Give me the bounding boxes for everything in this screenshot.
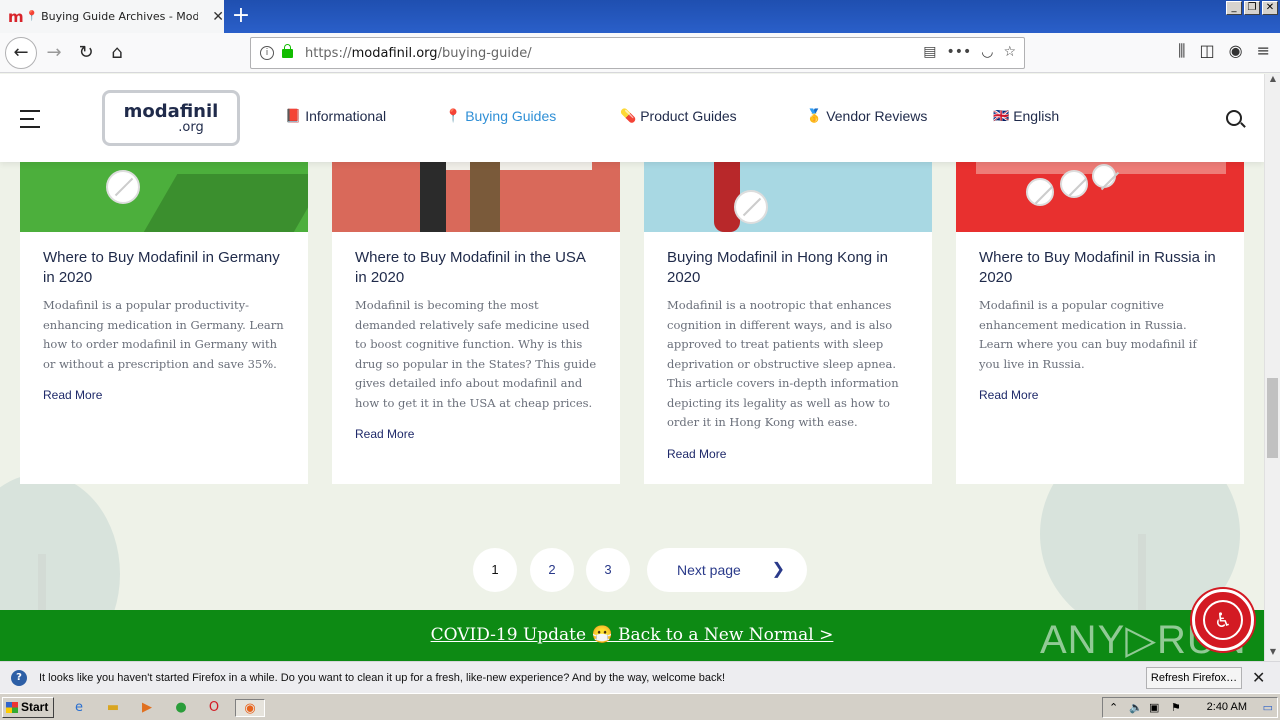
article-card[interactable]: Where to Buy Modafinil in Russia in 2020… xyxy=(956,134,1244,484)
read-more-link[interactable]: Read More xyxy=(355,427,414,441)
wheelchair-icon: ♿ xyxy=(1203,600,1243,640)
article-card[interactable]: Where to Buy Modafinil in the USA in 202… xyxy=(332,134,620,484)
back-button[interactable]: ← xyxy=(5,37,37,69)
accessibility-button[interactable]: ♿ xyxy=(1192,589,1254,651)
new-tab-button[interactable]: + xyxy=(230,4,252,28)
read-more-link[interactable]: Read More xyxy=(667,447,726,461)
browser-tab-strip: m 📍 Buying Guide Archives - Modafinil ✕ … xyxy=(0,0,1280,33)
url-bar[interactable]: i https://modafinil.org/buying-guide/ ▤ … xyxy=(250,37,1025,69)
tab-title: Buying Guide Archives - Modafinil xyxy=(41,10,199,23)
desktop-icon[interactable]: ▭ xyxy=(1263,701,1273,714)
tray-arrow-icon[interactable]: ⌃ xyxy=(1109,701,1118,714)
main-menu: 📕 Informational 📍 Buying Guides 💊 Product G… xyxy=(285,108,1059,124)
article-excerpt: Modafinil is a nootropic that enhances c… xyxy=(667,298,899,429)
close-window-button[interactable]: ✕ xyxy=(1262,1,1278,15)
article-excerpt: Modafinil is becoming the most demanded … xyxy=(355,298,597,410)
volume-icon[interactable]: 🔈 xyxy=(1129,701,1143,714)
read-more-link[interactable]: Read More xyxy=(43,388,102,402)
article-excerpt: Modafinil is a popular productivity-enha… xyxy=(43,298,284,371)
pin-icon: 📍 xyxy=(25,11,39,22)
bookmark-star-icon[interactable]: ☆ xyxy=(1003,44,1016,60)
page-actions-icon[interactable]: ••• xyxy=(946,44,971,60)
library-icon[interactable]: ⫼ xyxy=(1178,41,1185,61)
page-1-button[interactable]: 1 xyxy=(473,548,517,592)
scroll-up-icon[interactable]: ▲ xyxy=(1265,74,1280,88)
reader-view-icon[interactable]: ▤ xyxy=(923,44,936,60)
home-button[interactable]: ⌂ xyxy=(103,39,131,67)
article-title[interactable]: Where to Buy Modafinil in Russia in 2020 xyxy=(979,248,1221,288)
restore-button[interactable]: ❐ xyxy=(1244,1,1260,15)
window-controls: _ ❐ ✕ xyxy=(1226,1,1278,15)
menu-item-vendor-reviews[interactable]: 🥇 Vendor Reviews xyxy=(806,108,993,124)
clock: 2:40 AM xyxy=(1206,701,1247,713)
flag-icon[interactable]: ⚑ xyxy=(1171,701,1181,714)
forward-button[interactable]: → xyxy=(40,39,68,67)
menu-item-informational[interactable]: 📕 Informational xyxy=(285,108,445,124)
article-card[interactable]: Buying Modafinil in Hong Kong in 2020 Mo… xyxy=(644,134,932,484)
nav-toolbar: ← → ↻ ⌂ i https://modafinil.org/buying-g… xyxy=(0,33,1280,73)
start-button[interactable]: Start xyxy=(2,697,54,718)
refresh-notification-bar: ? It looks like you haven't started Fire… xyxy=(0,661,1280,693)
article-title[interactable]: Where to Buy Modafinil in Germany in 202… xyxy=(43,248,285,288)
medal-icon: 🥇 xyxy=(806,108,823,123)
search-icon[interactable] xyxy=(1226,110,1242,126)
scroll-down-icon[interactable]: ▼ xyxy=(1265,647,1280,661)
close-tab-icon[interactable]: ✕ xyxy=(212,9,224,25)
page-3-button[interactable]: 3 xyxy=(586,548,630,592)
folder-icon[interactable]: ▬ xyxy=(104,699,122,717)
pocket-icon[interactable]: ◡ xyxy=(981,44,993,60)
firefox-taskbar-icon[interactable]: ◉ xyxy=(235,699,265,717)
browser-tab[interactable]: m 📍 Buying Guide Archives - Modafinil ✕ xyxy=(0,0,224,33)
opera-icon[interactable]: O xyxy=(205,699,223,717)
page-2-button[interactable]: 2 xyxy=(530,548,574,592)
close-notification-icon[interactable]: ✕ xyxy=(1252,668,1265,687)
site-logo[interactable]: modafinil .org xyxy=(102,90,240,146)
media-player-icon[interactable]: ▶ xyxy=(138,699,156,717)
ie-icon[interactable]: e xyxy=(70,699,88,717)
menu-item-product-guides[interactable]: 💊 Product Guides xyxy=(620,108,806,124)
chrome-icon[interactable]: ● xyxy=(172,699,190,717)
refresh-firefox-button[interactable]: Refresh Firefox… xyxy=(1146,667,1242,689)
menu-icon[interactable]: ≡ xyxy=(1257,41,1270,61)
site-header: modafinil .org 📕 Informational 📍 Buying Gu… xyxy=(0,74,1264,162)
book-icon: 📕 xyxy=(285,108,302,123)
system-tray: ⌃ 🔈 ▣ ⚑ 2:40 AM ▭ xyxy=(1102,697,1278,718)
account-icon[interactable]: ◉ xyxy=(1229,41,1243,61)
page-viewport: modafinil .org 📕 Informational 📍 Buying Gu… xyxy=(0,74,1264,661)
reload-button[interactable]: ↻ xyxy=(72,39,100,67)
menu-item-language[interactable]: 🇬🇧 English xyxy=(993,108,1059,124)
favicon-icon: m xyxy=(8,7,24,26)
chevron-right-icon: ❯ xyxy=(771,561,785,578)
hamburger-menu-icon[interactable] xyxy=(20,110,40,134)
article-card[interactable]: Where to Buy Modafinil in Germany in 202… xyxy=(20,134,308,484)
article-title[interactable]: Buying Modafinil in Hong Kong in 2020 xyxy=(667,248,909,288)
pill-icon: 💊 xyxy=(620,108,637,123)
pagination: 1 2 3 Next page ❯ xyxy=(0,548,1264,598)
article-title[interactable]: Where to Buy Modafinil in the USA in 202… xyxy=(355,248,597,288)
sidebar-icon[interactable]: ◫ xyxy=(1200,41,1215,61)
page-scrollbar[interactable]: ▲ ▼ xyxy=(1264,74,1280,661)
taskbar: Start e ▬ ▶ ● O ◉ ⌃ 🔈 ▣ ⚑ 2:40 AM ▭ xyxy=(0,693,1280,720)
url-text[interactable]: https://modafinil.org/buying-guide/ xyxy=(305,46,532,61)
question-icon: ? xyxy=(11,669,27,686)
read-more-link[interactable]: Read More xyxy=(979,388,1038,402)
notification-text: It looks like you haven't started Firefo… xyxy=(39,671,726,684)
uk-flag-icon: 🇬🇧 xyxy=(993,108,1010,123)
scrollbar-thumb[interactable] xyxy=(1267,378,1278,458)
pin-icon: 📍 xyxy=(445,108,462,123)
next-page-button[interactable]: Next page ❯ xyxy=(647,548,807,592)
minimize-button[interactable]: _ xyxy=(1226,1,1242,15)
network-icon[interactable]: ▣ xyxy=(1149,701,1159,714)
menu-item-buying-guides[interactable]: 📍 Buying Guides xyxy=(445,108,620,124)
article-excerpt: Modafinil is a popular cognitive enhance… xyxy=(979,298,1197,371)
site-info-icon[interactable]: i xyxy=(260,46,274,60)
covid-update-link[interactable]: COVID-19 Update 😷 Back to a New Normal > xyxy=(431,625,834,645)
lock-icon xyxy=(282,43,293,58)
